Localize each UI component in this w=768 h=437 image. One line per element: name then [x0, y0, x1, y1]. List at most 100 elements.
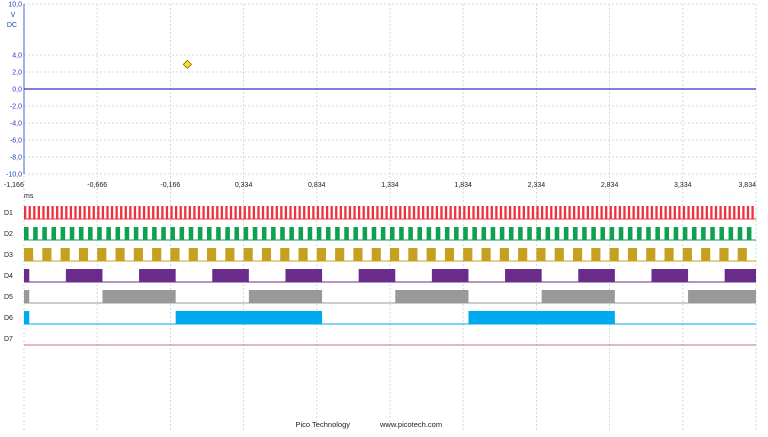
digital-high-pulse: [120, 206, 123, 219]
digital-high-pulse: [426, 248, 436, 261]
footer-url: www.picotech.com: [379, 420, 442, 429]
digital-high-pulse: [600, 206, 603, 219]
digital-high-pulse: [609, 227, 615, 240]
digital-high-pulse: [193, 206, 196, 219]
digital-high-pulse: [65, 206, 68, 219]
digital-high-pulse: [51, 206, 54, 219]
digital-high-pulse: [234, 227, 240, 240]
digital-high-pulse: [92, 206, 95, 219]
digital-high-pulse: [554, 248, 564, 261]
digital-high-pulse: [518, 248, 528, 261]
digital-channel-label: D5: [4, 294, 13, 301]
digital-high-pulse: [248, 206, 251, 219]
digital-high-pulse: [449, 206, 452, 219]
trigger-marker: [182, 59, 192, 69]
digital-high-pulse: [225, 248, 235, 261]
digital-high-pulse: [184, 206, 187, 219]
digital-high-pulse: [142, 227, 148, 240]
digital-high-pulse: [545, 227, 551, 240]
digital-high-pulse: [271, 227, 276, 240]
digital-high-pulse: [170, 206, 173, 219]
digital-high-pulse: [408, 206, 411, 219]
digital-high-pulse: [664, 227, 670, 240]
voltage-tick-label: 10,0: [8, 2, 22, 9]
digital-high-pulse: [234, 206, 237, 219]
digital-high-pulse: [431, 269, 469, 282]
digital-high-pulse: [212, 269, 249, 282]
digital-high-pulse: [33, 227, 38, 240]
digital-high-pulse: [623, 206, 626, 219]
digital-high-pulse: [316, 206, 320, 219]
digital-high-pulse: [33, 206, 36, 219]
digital-high-pulse: [627, 227, 633, 240]
digital-high-pulse: [124, 206, 127, 219]
digital-channel-label: D1: [4, 210, 13, 217]
voltage-tick-label: -2,0: [10, 104, 22, 111]
digital-high-pulse: [110, 206, 114, 219]
digital-high-pulse: [527, 206, 530, 219]
digital-high-pulse: [353, 248, 363, 261]
digital-high-pulse: [618, 227, 624, 240]
digital-high-pulse: [376, 206, 379, 219]
digital-channel-label: D3: [4, 252, 13, 259]
digital-high-pulse: [505, 269, 542, 282]
digital-high-pulse: [325, 227, 331, 240]
digital-channel-label: D4: [4, 273, 13, 280]
digital-high-pulse: [518, 206, 521, 219]
digital-high-pulse: [69, 206, 73, 219]
digital-high-pulse: [362, 206, 365, 219]
digital-high-pulse: [737, 227, 743, 240]
digital-high-pulse: [298, 206, 301, 219]
digital-high-pulse: [257, 206, 260, 219]
digital-high-pulse: [476, 206, 480, 219]
digital-high-pulse: [710, 227, 715, 240]
digital-high-pulse: [618, 206, 622, 219]
digital-high-pulse: [573, 227, 578, 240]
digital-high-pulse: [293, 206, 297, 219]
digital-high-pulse: [586, 206, 590, 219]
digital-high-pulse: [243, 206, 246, 219]
digital-high-pulse: [133, 227, 139, 240]
digital-high-pulse: [271, 206, 274, 219]
digital-high-pulse: [371, 248, 381, 261]
digital-high-pulse: [527, 227, 532, 240]
digital-high-pulse: [481, 248, 491, 261]
digital-high-pulse: [578, 269, 615, 282]
digital-high-pulse: [312, 206, 315, 219]
digital-high-pulse: [691, 206, 695, 219]
digital-high-pulse: [499, 248, 509, 261]
digital-high-pulse: [289, 227, 294, 240]
digital-high-pulse: [380, 227, 386, 240]
digital-high-pulse: [216, 227, 221, 240]
voltage-tick-label: -6,0: [10, 138, 22, 145]
digital-high-pulse: [701, 248, 711, 261]
digital-high-pulse: [463, 206, 466, 219]
time-tick-label: -1,166: [4, 182, 24, 189]
digital-high-pulse: [188, 248, 198, 261]
digital-high-pulse: [170, 248, 180, 261]
digital-high-pulse: [499, 227, 505, 240]
digital-high-pulse: [646, 227, 651, 240]
digital-high-pulse: [545, 206, 548, 219]
digital-high-pulse: [454, 227, 459, 240]
digital-high-pulse: [688, 290, 756, 303]
digital-high-pulse: [211, 206, 214, 219]
digital-high-pulse: [733, 206, 736, 219]
digital-high-pulse: [490, 206, 493, 219]
digital-high-pulse: [655, 206, 658, 219]
voltage-tick-label: -8,0: [10, 155, 22, 162]
digital-high-pulse: [495, 206, 498, 219]
digital-high-pulse: [115, 206, 118, 219]
digital-high-pulse: [682, 206, 686, 219]
digital-high-pulse: [344, 206, 347, 219]
digital-high-pulse: [673, 227, 679, 240]
digital-high-pulse: [701, 227, 706, 240]
digital-high-pulse: [728, 227, 734, 240]
voltage-tick-label: 2,0: [12, 70, 22, 77]
digital-high-pulse: [37, 206, 41, 219]
digital-channel-label: D2: [4, 231, 13, 238]
digital-high-pulse: [60, 227, 66, 240]
digital-high-pulse: [344, 227, 349, 240]
digital-high-pulse: [24, 248, 34, 261]
digital-high-pulse: [691, 227, 697, 240]
